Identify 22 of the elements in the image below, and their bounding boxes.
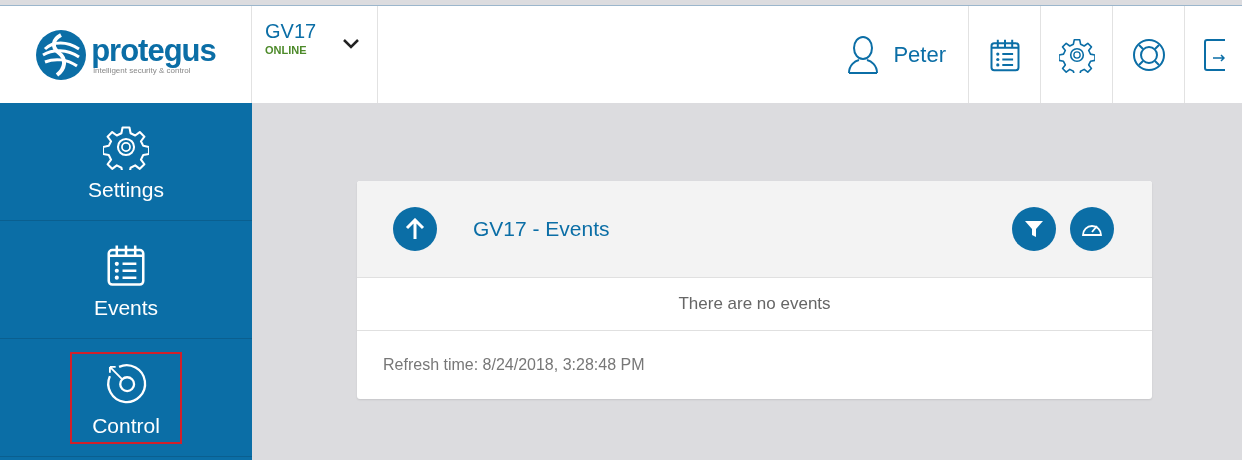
logo-name: protegus bbox=[91, 34, 216, 66]
logout-icon bbox=[1203, 37, 1225, 72]
sidebar-label: Control bbox=[92, 413, 160, 438]
sidebar-label: Settings bbox=[88, 177, 164, 202]
logo-icon bbox=[35, 28, 88, 81]
settings-icon bbox=[1058, 36, 1095, 73]
lifebuoy-icon bbox=[1131, 37, 1166, 72]
device-selector[interactable]: GV17 ONLINE bbox=[252, 6, 378, 103]
refresh-time: Refresh time: 8/24/2018, 3:28:48 PM bbox=[382, 355, 646, 375]
empty-message: There are no events bbox=[357, 278, 1152, 331]
speed-button[interactable] bbox=[1070, 207, 1114, 251]
sidebar-label: Events bbox=[93, 295, 159, 320]
up-button[interactable] bbox=[393, 207, 437, 251]
settings-icon bbox=[103, 123, 149, 170]
arrow-up-icon bbox=[405, 218, 425, 240]
filter-button[interactable] bbox=[1012, 207, 1056, 251]
filter-icon bbox=[1024, 219, 1044, 239]
chevron-down-icon bbox=[342, 38, 361, 50]
card-title: GV17 - Events bbox=[473, 217, 610, 241]
user-name: Peter bbox=[893, 41, 946, 68]
device-name: GV17 bbox=[265, 20, 317, 43]
device-status: ONLINE bbox=[265, 44, 308, 56]
